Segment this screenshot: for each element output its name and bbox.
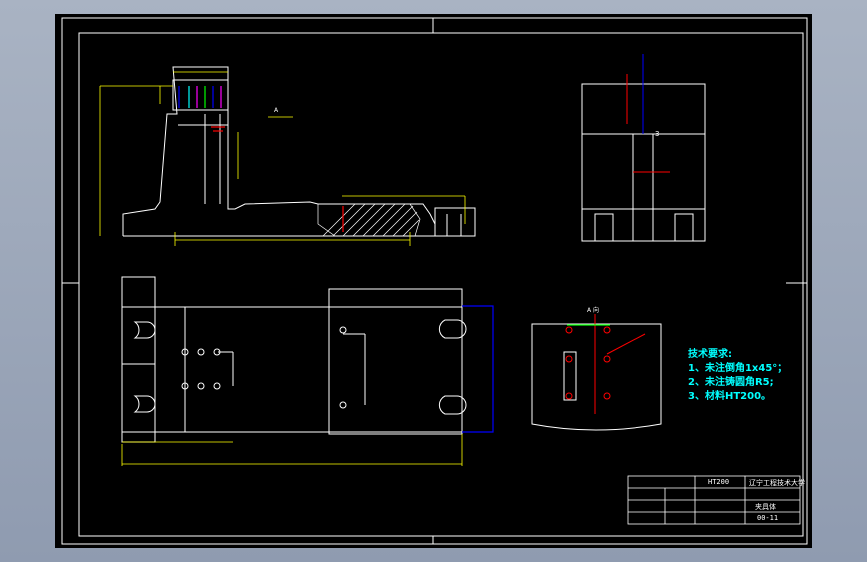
tech-item-1: 1、未注倒角1x45°； bbox=[688, 363, 788, 374]
tech-requirements: 技术要求: 1、未注倒角1x45°； 2、未注铸圆角R5; 3、材料HT200。 bbox=[688, 348, 787, 404]
top-dimensions bbox=[121, 434, 463, 466]
leader-label-3: 3 bbox=[655, 130, 660, 138]
drawing-frame bbox=[61, 17, 808, 545]
title-material: HT200 bbox=[708, 478, 730, 486]
hatched-section bbox=[317, 203, 421, 237]
slot-detail bbox=[178, 86, 344, 232]
tech-title: 技术要求: bbox=[688, 349, 732, 360]
section-label-a: A bbox=[274, 107, 279, 114]
front-view-detail bbox=[434, 207, 476, 237]
cad-viewport[interactable]: A A 向 3 技术要求: 1、未注倒角1x45°； 2、未注铸圆角R5; 3、… bbox=[55, 14, 812, 548]
drawing-canvas bbox=[61, 17, 808, 545]
front-dimensions bbox=[99, 71, 466, 246]
title-drawing-name: 夹具体 bbox=[755, 503, 776, 511]
title-drawing-number: 00-11 bbox=[757, 514, 779, 522]
view-label-a: A 向 bbox=[587, 307, 600, 314]
a-view bbox=[531, 323, 662, 431]
top-view bbox=[121, 276, 467, 443]
tech-item-3: 3、材料HT200。 bbox=[688, 391, 772, 402]
top-blue-dimension bbox=[462, 305, 494, 433]
a-view-holes bbox=[565, 314, 646, 414]
tech-item-2: 2、未注铸圆角R5; bbox=[688, 377, 774, 388]
title-school: 辽宁工程技术大学 bbox=[749, 479, 805, 487]
